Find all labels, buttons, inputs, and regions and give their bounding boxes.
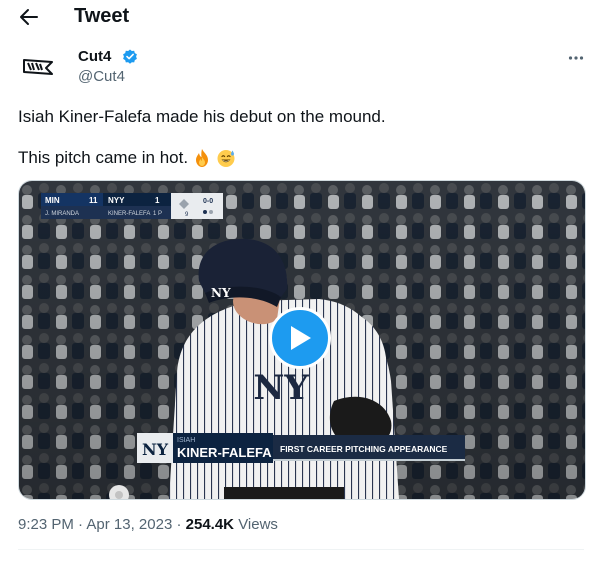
fire-emoji-icon [196,149,209,167]
divider [18,549,584,550]
ball-strike-count: 0-0 [203,198,213,205]
home-player: KINER-FALEFA [108,211,150,217]
tweet-text: Isiah Kiner-Falefa made his debut on the… [18,106,588,128]
views-label: Views [238,516,278,533]
play-button[interactable] [269,307,331,369]
more-dots-icon [568,56,584,60]
play-icon [291,326,311,350]
lower-third: NY ISIAH KINER-FALEFA FIRST CAREER PITCH… [137,433,465,463]
tweet-meta: 9:23 PM · Apr 13, 2023 · 254.4K Views [18,515,278,535]
top-bar: Tweet [0,0,608,34]
more-options-button[interactable] [564,46,588,70]
user-handle[interactable]: @Cut4 [78,67,125,87]
tweet-line-1: Isiah Kiner-Falefa made his debut on the… [18,107,386,126]
away-score: 11 [89,196,98,205]
svg-text:NY: NY [142,440,169,459]
verified-badge-icon [123,49,137,64]
lower-third-first-name: ISIAH [177,437,195,444]
lower-third-caption: FIRST CAREER PITCHING APPEARANCE [280,444,448,454]
tweet-time[interactable]: 9:23 PM [18,516,74,533]
display-name[interactable]: Cut4 [78,47,111,67]
away-team: MIN [45,196,60,205]
svg-text:NY: NY [253,368,309,408]
tweet-line-2: This pitch came in hot. [18,148,189,167]
views-count: 254.4K [185,516,235,533]
page-title: Tweet [74,5,130,27]
scorebug: MIN 11 NYY 1 J. MIRANDA KINER-FALEFA 1 P… [41,193,223,219]
back-button[interactable] [16,4,42,30]
grinning-sweat-emoji-icon [217,150,235,167]
home-team: NYY [108,196,125,205]
pitch-count: 1 P [153,211,162,217]
tweet-date[interactable]: Apr 13, 2023 [86,516,172,533]
svg-text:NY: NY [211,286,231,300]
home-score: 1 [155,196,160,205]
avatar[interactable] [18,46,58,86]
tweet-author: Cut4 @Cut4 [18,44,590,94]
tweet-line-2-row: This pitch came in hot. [18,147,236,169]
cut4-logo-icon [23,59,53,75]
arrow-left-icon [20,9,38,25]
away-player: J. MIRANDA [45,211,79,217]
meta-separator: · [176,516,186,533]
video-player[interactable]: NY NY MIN 11 NYY 1 J. MIRANDA KINER-FALE… [18,180,586,500]
lower-third-last-name: KINER-FALEFA [177,445,272,460]
